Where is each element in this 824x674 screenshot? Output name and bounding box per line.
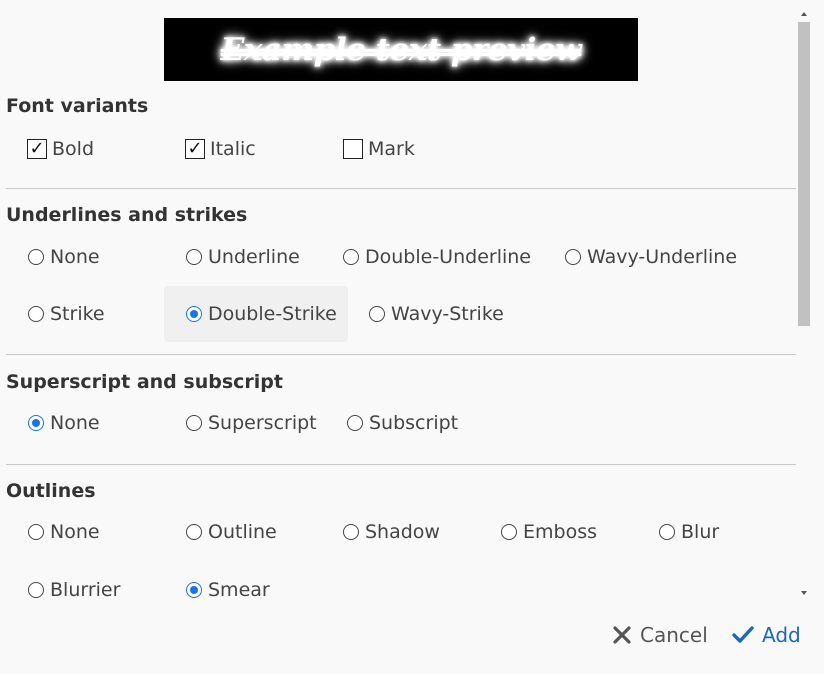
scroll-down-icon[interactable] (801, 591, 807, 595)
radio-label: Superscript (208, 412, 317, 434)
radio-outline[interactable]: Outline (186, 521, 277, 543)
scrollbar-thumb[interactable] (798, 22, 810, 326)
radio-icon (501, 524, 517, 540)
radio-label: Blurrier (50, 579, 121, 601)
radio-blurrier[interactable]: Blurrier (28, 579, 120, 601)
radio-wavy-strike[interactable]: Wavy-Strike (369, 303, 504, 325)
radio-label: Strike (50, 303, 105, 325)
radio-label: None (50, 521, 100, 543)
radio-icon (347, 415, 363, 431)
text-preview-box: Example text preview (164, 18, 638, 81)
radio-label: Shadow (365, 521, 440, 543)
radio-icon (28, 524, 44, 540)
radio-label: Outline (208, 521, 277, 543)
section-title-underlines: Underlines and strikes (6, 204, 248, 226)
radio-label: Subscript (369, 412, 459, 434)
radio-selected-icon (186, 306, 202, 322)
radio-underline-none[interactable]: None (28, 246, 100, 268)
checkbox-label: Mark (368, 138, 415, 160)
section-title-scripts: Superscript and subscript (6, 371, 283, 393)
checkbox-bold[interactable]: ✓ Bold (27, 138, 94, 160)
cancel-label: Cancel (640, 623, 708, 647)
radio-icon (186, 415, 202, 431)
radio-icon (343, 249, 359, 265)
radio-double-underline[interactable]: Double-Underline (343, 246, 531, 268)
radio-icon (28, 249, 44, 265)
vertical-scrollbar[interactable] (796, 4, 814, 604)
checkmark-icon (732, 626, 754, 643)
radio-icon (186, 249, 202, 265)
radio-blur[interactable]: Blur (659, 521, 719, 543)
close-icon (613, 626, 631, 644)
checkbox-mark[interactable]: Mark (343, 138, 415, 160)
radio-label: Wavy-Strike (391, 303, 504, 325)
section-divider (6, 188, 796, 189)
scroll-up-icon[interactable] (801, 12, 807, 16)
section-divider (6, 354, 796, 355)
radio-icon (28, 306, 44, 322)
radio-superscript[interactable]: Superscript (186, 412, 317, 434)
checkbox-checked-icon: ✓ (27, 139, 47, 159)
radio-label: Blur (681, 521, 720, 543)
cancel-button[interactable]: Cancel (612, 620, 708, 650)
radio-underline[interactable]: Underline (186, 246, 300, 268)
radio-outline-none[interactable]: None (28, 521, 100, 543)
add-label: Add (762, 623, 801, 647)
section-title-font-variants: Font variants (6, 95, 149, 117)
radio-icon (28, 582, 44, 598)
checkbox-checked-icon: ✓ (185, 139, 205, 159)
radio-icon (186, 524, 202, 540)
section-title-outlines: Outlines (6, 480, 96, 502)
radio-icon (369, 306, 385, 322)
radio-label: None (50, 246, 100, 268)
section-divider (6, 464, 796, 465)
radio-label: Double-Underline (365, 246, 531, 268)
radio-selected-icon (186, 582, 202, 598)
radio-smear[interactable]: Smear (186, 579, 270, 601)
options-scroll-area: Example text preview Font variants ✓ Bol… (0, 0, 796, 604)
radio-selected-icon (28, 415, 44, 431)
radio-icon (565, 249, 581, 265)
add-button[interactable]: Add (732, 620, 801, 650)
radio-label: Wavy-Underline (587, 246, 738, 268)
radio-strike[interactable]: Strike (28, 303, 105, 325)
radio-subscript[interactable]: Subscript (347, 412, 458, 434)
radio-double-strike[interactable]: Double-Strike (164, 286, 348, 342)
checkbox-label: Bold (52, 138, 94, 160)
radio-label: Double-Strike (208, 303, 337, 325)
radio-script-none[interactable]: None (28, 412, 100, 434)
radio-icon (659, 524, 675, 540)
radio-emboss[interactable]: Emboss (501, 521, 597, 543)
radio-shadow[interactable]: Shadow (343, 521, 440, 543)
radio-label: Emboss (523, 521, 597, 543)
checkbox-label: Italic (210, 138, 256, 160)
radio-label: None (50, 412, 100, 434)
text-style-dialog: Example text preview Font variants ✓ Bol… (0, 0, 824, 674)
radio-label: Underline (208, 246, 300, 268)
checkbox-unchecked-icon (343, 139, 363, 159)
radio-icon (343, 524, 359, 540)
radio-wavy-underline[interactable]: Wavy-Underline (565, 246, 737, 268)
checkbox-italic[interactable]: ✓ Italic (185, 138, 256, 160)
radio-label: Smear (208, 579, 270, 601)
text-preview: Example text preview (220, 31, 582, 68)
